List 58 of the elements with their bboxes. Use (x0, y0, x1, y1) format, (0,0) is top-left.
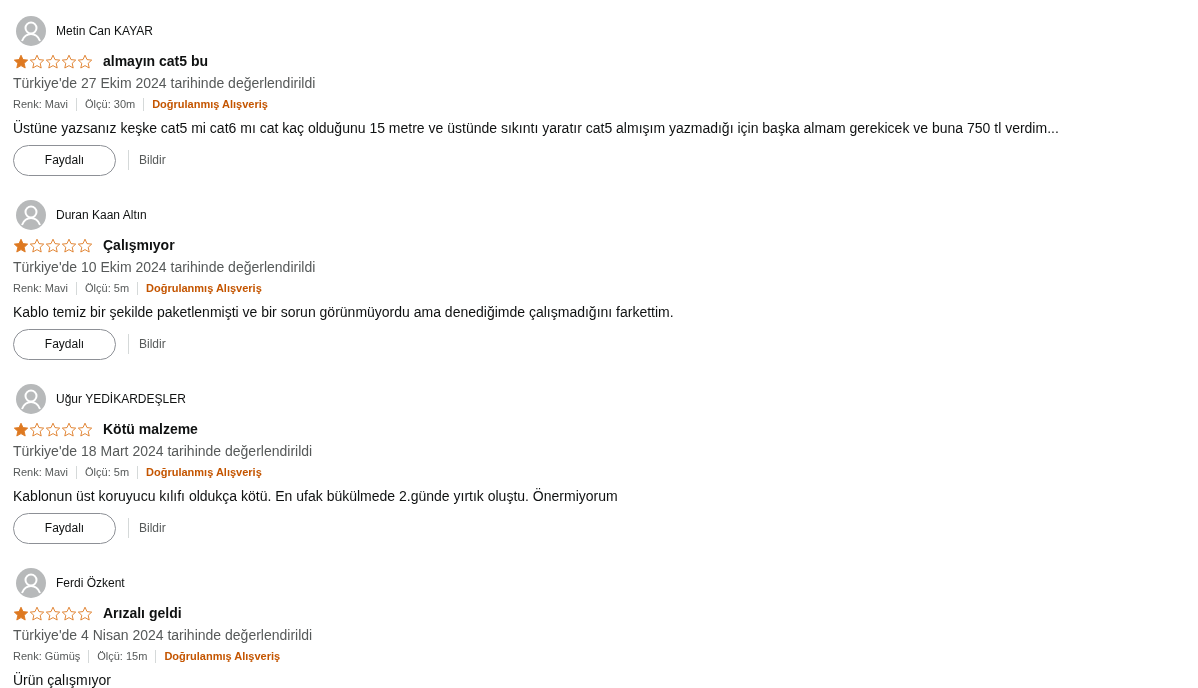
helpful-button[interactable]: Faydalı (13, 328, 116, 360)
author-name: Ferdi Özkent (56, 575, 125, 592)
empty-star-icon (77, 53, 93, 70)
product-variant: Ölçü: 30m (85, 97, 136, 112)
empty-star-icon (45, 605, 61, 622)
product-variant: Renk: Mavi (13, 281, 69, 296)
empty-star-icon (61, 605, 77, 622)
review-text: Ürün çalışmıyor (13, 670, 113, 688)
empty-star-icon (77, 421, 93, 438)
empty-star-icon (77, 605, 93, 622)
review-text: Kablonun üst koruyucu kılıfı oldukça kötü. En ufak bükülmede 2.günde yırtık oluştu. Önermiyorum (13, 486, 619, 506)
empty-star-icon (45, 237, 61, 254)
verified-purchase-label: Doğrulanmış Alışveriş (164, 649, 281, 664)
product-variant: Renk: Mavi (13, 465, 69, 480)
avatar-icon (16, 568, 46, 598)
review-date: Türkiye'de 4 Nisan 2024 tarihinde değerlendirildi (13, 626, 314, 645)
empty-star-icon (29, 53, 45, 70)
author-name: Duran Kaan Altın (56, 207, 147, 224)
review-text: Kablo temiz bir şekilde paketlenmişti ve bir sorun görünmüyordu ama denediğimde çalışmadığını farkettim. (13, 302, 675, 322)
filled-star-icon (13, 237, 29, 254)
filled-star-icon (13, 53, 29, 70)
empty-star-icon (77, 237, 93, 254)
review-date: Türkiye'de 18 Mart 2024 tarihinde değerlendirildi (13, 442, 314, 461)
empty-star-icon (61, 237, 77, 254)
report-link[interactable]: Bildir (128, 150, 166, 170)
verified-purchase-label: Doğrulanmış Alışveriş (146, 465, 262, 480)
verified-purchase-label: Doğrulanmış Alışveriş (152, 97, 268, 112)
report-link[interactable]: Bildir (128, 334, 166, 354)
review-date: Türkiye'de 10 Ekim 2024 tarihinde değerlendirildi (13, 258, 317, 277)
avatar-icon (16, 200, 46, 230)
helpful-button[interactable]: Faydalı (13, 512, 116, 544)
review-date: Türkiye'de 27 Ekim 2024 tarihinde değerlendirildi (13, 74, 317, 93)
empty-star-icon (29, 605, 45, 622)
review-title: Kötü malzeme (103, 420, 198, 439)
author-name: Uğur YEDİKARDEŞLER (56, 391, 186, 408)
empty-star-icon (61, 53, 77, 70)
empty-star-icon (29, 421, 45, 438)
empty-star-icon (29, 237, 45, 254)
helpful-button[interactable]: Faydalı (13, 144, 116, 176)
empty-star-icon (45, 53, 61, 70)
review-title: Çalışmıyor (103, 236, 175, 255)
product-variant: Ölçü: 5m (85, 465, 130, 480)
product-variant: Ölçü: 5m (85, 281, 130, 296)
product-variant: Renk: Gümüş (13, 649, 81, 664)
empty-star-icon (45, 421, 61, 438)
review-title: Arızalı geldi (103, 604, 182, 623)
filled-star-icon (13, 605, 29, 622)
verified-purchase-label: Doğrulanmış Alışveriş (146, 281, 262, 296)
avatar-icon (16, 384, 46, 414)
author-name: Metin Can KAYAR (56, 23, 153, 40)
filled-star-icon (13, 421, 29, 438)
review-title: almayın cat5 bu (103, 52, 209, 71)
empty-star-icon (61, 421, 77, 438)
product-variant: Ölçü: 15m (97, 649, 148, 664)
product-variant: Renk: Mavi (13, 97, 69, 112)
avatar-icon (16, 16, 46, 46)
review-text: Üstüne yazsanız keşke cat5 mi cat6 mı cat kaç olduğunu 15 metre ve üstünde sıkıntı yaratır cat5 almışım yazmadığı için başka almam gerekicek ve buna 750 tl verdim... (13, 118, 1060, 138)
report-link[interactable]: Bildir (128, 518, 166, 538)
